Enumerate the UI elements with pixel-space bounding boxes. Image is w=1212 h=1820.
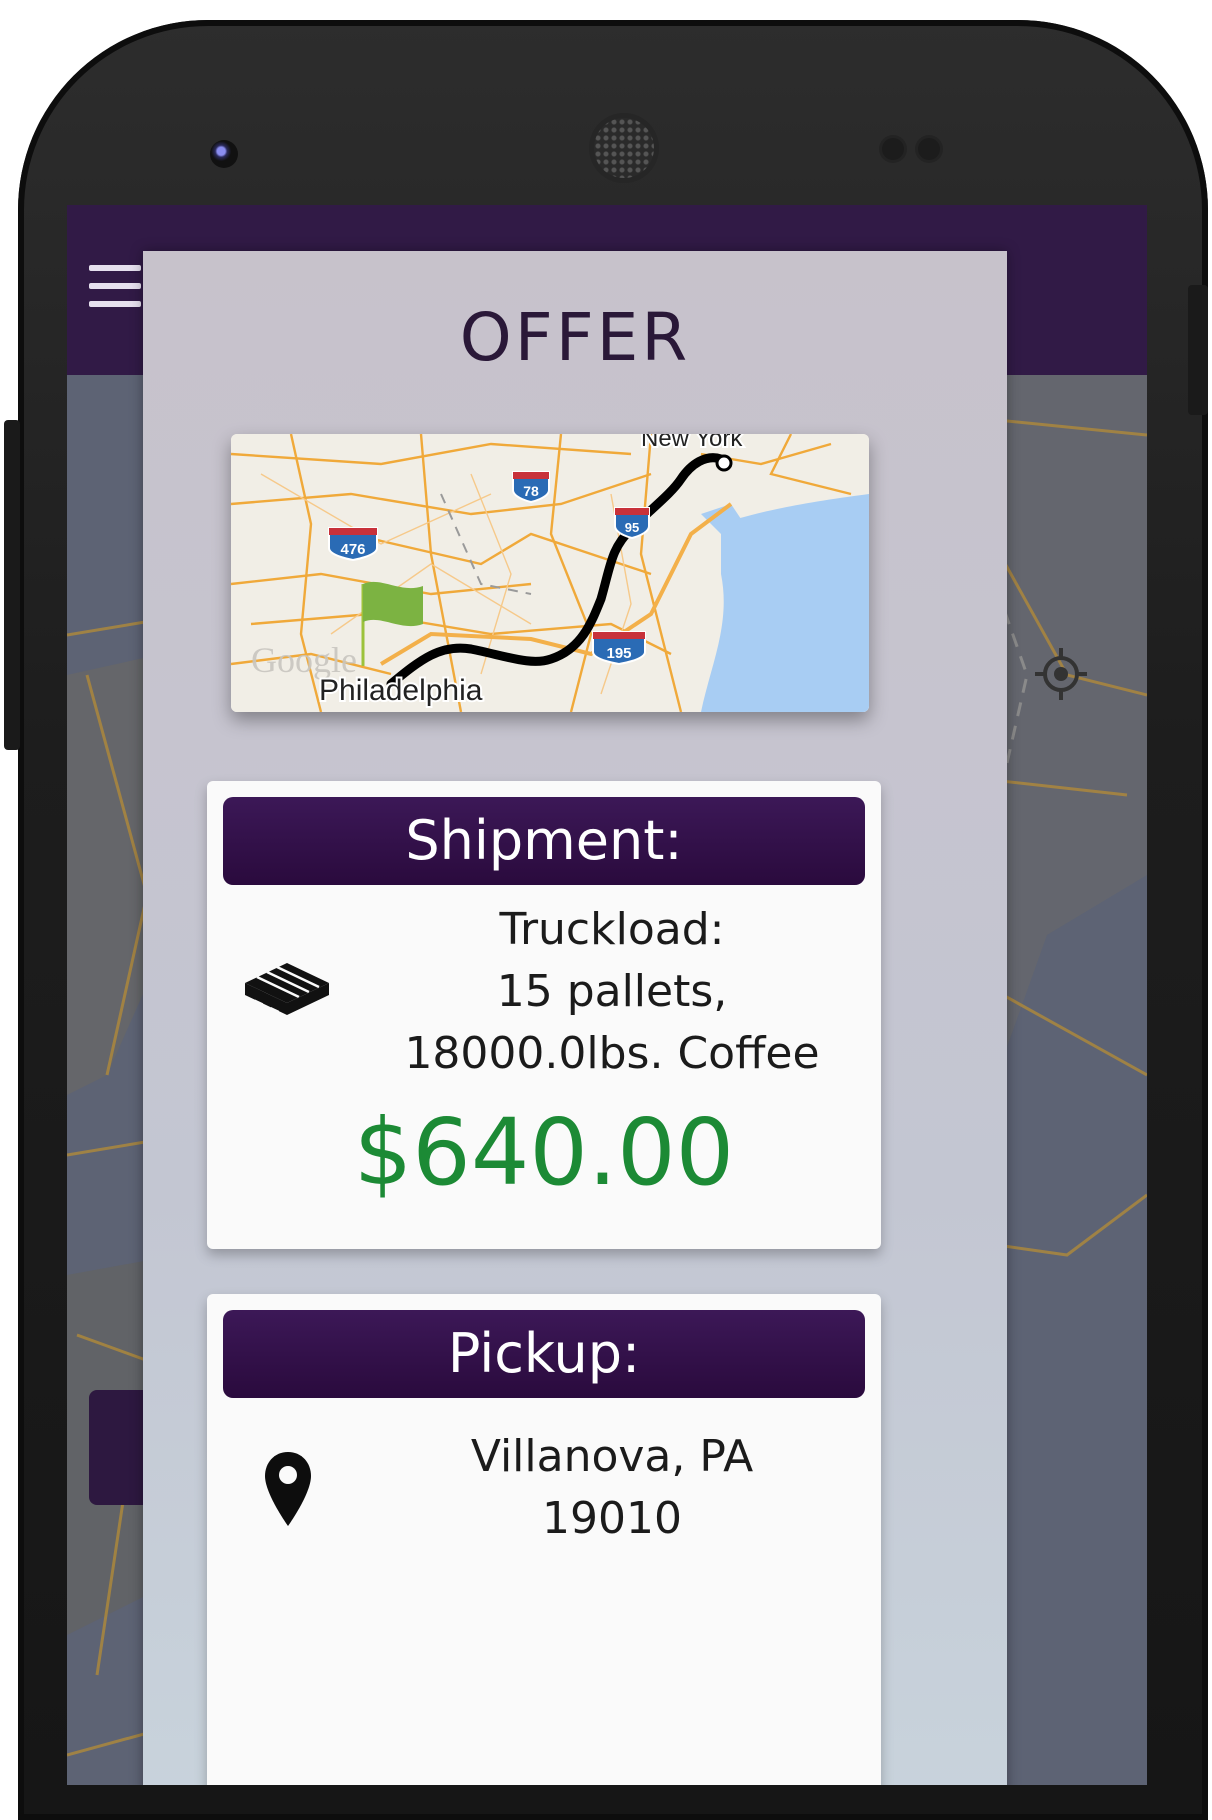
my-location-icon[interactable] xyxy=(1032,645,1090,703)
i195-shield: 195 xyxy=(592,631,646,666)
shipment-type: Truckload: xyxy=(499,904,725,955)
pickup-zip: 19010 xyxy=(542,1493,682,1544)
shipment-pallets: 15 pallets, xyxy=(496,966,728,1017)
power-button xyxy=(1188,285,1208,415)
shipment-details: Truckload: 15 pallets, 18000.0lbs. Coffe… xyxy=(357,899,867,1085)
route-map-graphic: 78 476 195 95 Google Philadelphia New Yo… xyxy=(231,434,869,712)
origin-label: Philadelphia xyxy=(319,674,483,707)
front-camera xyxy=(210,140,238,168)
shipment-header: Shipment: xyxy=(223,797,865,885)
offer-dialog: OFFER 78 476 195 95 Google Philadelphia … xyxy=(143,251,1007,1785)
shipment-weight-commodity: 18000.0lbs. Coffee xyxy=(404,1028,820,1079)
light-sensor xyxy=(918,138,940,160)
destination-label: New York xyxy=(641,434,743,452)
proximity-sensor xyxy=(882,138,904,160)
offer-price: $640.00 xyxy=(353,1099,735,1206)
svg-text:476: 476 xyxy=(340,541,365,558)
i78-shield: 78 xyxy=(512,471,550,504)
pickup-header: Pickup: xyxy=(223,1310,865,1398)
shipment-card[interactable]: Shipment: Truckload: 15 pallets, 18000.0… xyxy=(207,781,881,1249)
earpiece-speaker xyxy=(594,118,654,178)
svg-text:95: 95 xyxy=(625,520,639,535)
pickup-city: Villanova, PA xyxy=(470,1431,754,1482)
svg-text:78: 78 xyxy=(523,483,539,499)
menu-icon[interactable] xyxy=(89,265,141,307)
app-screen: OFFER 78 476 195 95 Google Philadelphia … xyxy=(67,205,1147,1785)
pickup-location: Villanova, PA 19010 xyxy=(357,1426,867,1550)
volume-button xyxy=(4,420,20,750)
i476-shield: 476 xyxy=(328,527,378,562)
dialog-title: OFFER xyxy=(459,299,691,376)
route-map[interactable]: 78 476 195 95 Google Philadelphia New Yo… xyxy=(231,434,869,712)
i95-shield: 95 xyxy=(614,507,650,540)
location-pin-icon xyxy=(263,1450,313,1528)
svg-text:195: 195 xyxy=(606,645,631,662)
pallet-icon xyxy=(241,957,333,1021)
pickup-card[interactable]: Pickup: Villanova, PA 19010 xyxy=(207,1294,881,1785)
